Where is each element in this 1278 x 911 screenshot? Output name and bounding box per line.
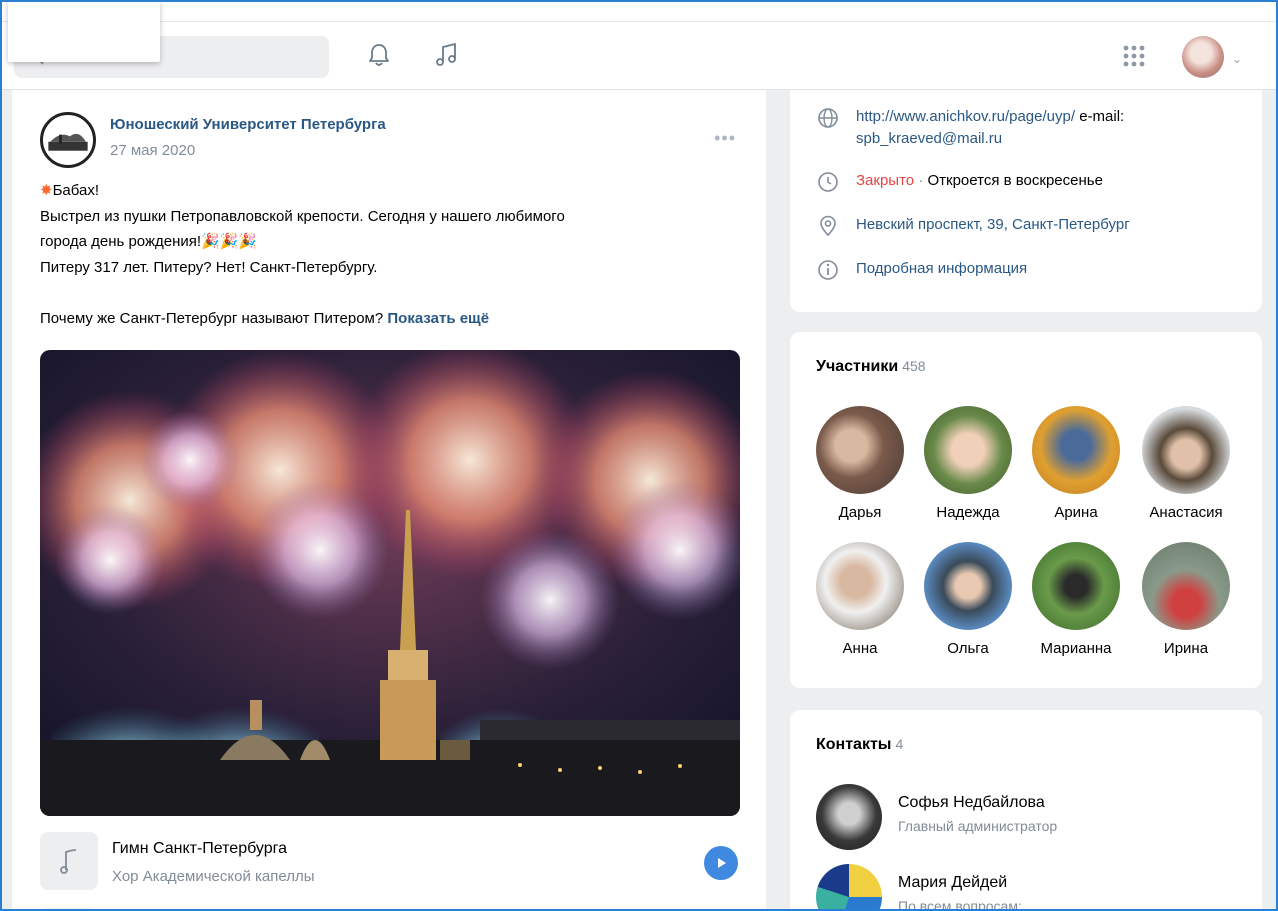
contact-role: Главный администратор [898, 818, 1058, 834]
audio-artist[interactable]: Хор Академической капеллы [112, 868, 314, 885]
status-closed: Закрыто [856, 172, 915, 189]
user-avatar[interactable] [1182, 36, 1224, 78]
address-row: Невский проспект, 39, Санкт-Петербург [816, 214, 1130, 238]
party-emoji-icon: 🎉🎉🎉 [201, 233, 258, 250]
member-avatar [1032, 406, 1120, 494]
post-line-5 [40, 280, 740, 306]
member-avatar [924, 542, 1012, 630]
audio-title[interactable]: Гимн Санкт-Петербурга [112, 840, 287, 858]
location-pin-icon [820, 215, 836, 237]
post-text: ✸Бабах! Выстрел из пушки Петропавловской… [40, 178, 740, 331]
contacts-card: Контакты 4 Софья Недбайлова Главный админ… [790, 710, 1262, 911]
address-link[interactable]: Невский проспект, 39, Санкт-Петербург [856, 214, 1130, 238]
contacts-count: 4 [895, 736, 904, 752]
contact-role: По всем вопросам: [898, 898, 1022, 911]
more-info-row: Подробная информация [816, 258, 1027, 282]
member-name: Анастасия [1149, 504, 1223, 521]
group-name-link[interactable]: Юношеский Университет Петербурга [110, 116, 386, 133]
member-item[interactable]: Ирина [1136, 542, 1236, 657]
post-line-6: Почему же Санкт-Петербург называют Питер… [40, 309, 490, 327]
contact-avatar [816, 784, 882, 850]
contacts-title[interactable]: Контакты 4 [816, 736, 903, 754]
email-label: e-mail: [1079, 108, 1125, 125]
post-line-4: Питеру 317 лет. Питеру? Нет! Санкт-Петер… [40, 258, 378, 276]
post-photo-fireworks[interactable] [40, 350, 740, 816]
status-opens: Откроется в воскресенье [927, 172, 1103, 189]
post-line-1: ✸Бабах! [40, 182, 100, 199]
member-name: Арина [1054, 504, 1098, 521]
bell-icon[interactable] [364, 40, 394, 70]
member-name: Анна [842, 640, 878, 657]
group-info-card: http://www.anichkov.ru/page/uyp/ e-mail:… [790, 90, 1262, 312]
email-link[interactable]: spb_kraeved@mail.ru [856, 130, 1002, 147]
popover-box [8, 0, 160, 62]
apps-grid-icon[interactable] [1120, 42, 1148, 70]
member-item[interactable]: Надежда [918, 406, 1018, 521]
hours-row: Закрыто · Откроется в воскресенье [816, 170, 1103, 194]
member-item[interactable]: Анастасия [1136, 406, 1236, 521]
member-name: Ирина [1163, 640, 1209, 657]
show-more-link[interactable]: Показать ещё [387, 310, 489, 327]
more-info-link[interactable]: Подробная информация [856, 258, 1027, 282]
contact-name[interactable]: Мария Дейдей [898, 874, 1022, 892]
members-card: Участники 458 Дарья Надежда Арина Анастас… [790, 332, 1262, 688]
clock-icon [818, 172, 838, 192]
header-bar: Поиск ⌄ [2, 22, 1276, 90]
globe-icon [818, 108, 838, 128]
contact-item[interactable]: Софья Недбайлова Главный администратор [816, 784, 1057, 850]
wall-post: Юношеский Университет Петербурга 27 мая … [12, 90, 766, 911]
status-separator: · [918, 172, 924, 189]
top-strip [2, 2, 1276, 22]
more-options-icon[interactable]: ••• [714, 128, 736, 149]
contact-avatar [816, 864, 882, 911]
member-item[interactable]: Ольга [918, 542, 1018, 657]
music-icon[interactable] [432, 40, 462, 70]
member-name: Надежда [936, 504, 1000, 521]
play-icon [718, 858, 726, 868]
post-line-2: Выстрел из пушки Петропавловской крепост… [40, 207, 565, 225]
contact-item[interactable]: Мария Дейдей По всем вопросам: [816, 864, 1022, 911]
chevron-down-icon[interactable]: ⌄ [1232, 52, 1242, 66]
member-name: Марианна [1040, 640, 1112, 657]
post-line-3: города день рождения!🎉🎉🎉 [40, 233, 258, 250]
member-item[interactable]: Анна [810, 542, 910, 657]
member-name: Ольга [947, 640, 989, 657]
post-date[interactable]: 27 мая 2020 [110, 142, 195, 159]
member-item[interactable]: Арина [1026, 406, 1126, 521]
info-icon [818, 260, 838, 280]
member-item[interactable]: Марианна [1026, 542, 1126, 657]
member-avatar [816, 406, 904, 494]
member-avatar [1142, 542, 1230, 630]
website-row: http://www.anichkov.ru/page/uyp/ e-mail:… [816, 106, 1216, 150]
contact-name[interactable]: Софья Недбайлова [898, 794, 1057, 812]
play-button[interactable] [704, 846, 738, 880]
member-avatar [924, 406, 1012, 494]
member-avatar [1032, 542, 1120, 630]
members-count: 458 [902, 358, 926, 374]
audio-track-icon[interactable] [40, 832, 98, 890]
member-item[interactable]: Дарья [810, 406, 910, 521]
group-avatar[interactable] [40, 112, 96, 168]
member-name: Дарья [838, 504, 882, 521]
members-title[interactable]: Участники 458 [816, 358, 926, 376]
explosion-emoji-icon: ✸ [40, 182, 53, 199]
member-avatar [816, 542, 904, 630]
member-avatar [1142, 406, 1230, 494]
website-link[interactable]: http://www.anichkov.ru/page/uyp/ [856, 108, 1075, 125]
